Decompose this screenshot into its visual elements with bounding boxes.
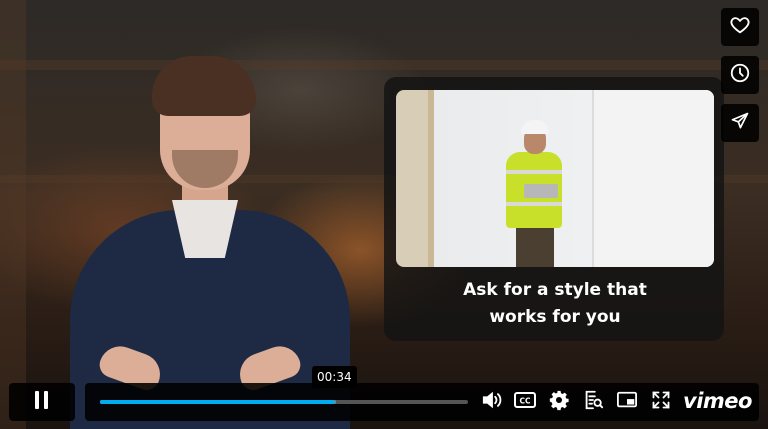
picture-in-picture-button[interactable] bbox=[615, 390, 639, 414]
pause-button[interactable] bbox=[9, 383, 75, 421]
worker-hard-hat bbox=[521, 120, 549, 134]
control-bar: CC vimeo bbox=[85, 383, 759, 421]
background-pillar bbox=[0, 0, 26, 429]
progress-played bbox=[100, 400, 335, 404]
vimeo-logo[interactable]: vimeo bbox=[683, 388, 752, 414]
presenter-hair bbox=[152, 56, 256, 116]
thumbnail-door-frame bbox=[428, 90, 434, 267]
vest-stripe bbox=[506, 170, 562, 174]
worker-tablet bbox=[524, 184, 558, 198]
heart-icon bbox=[729, 14, 751, 40]
cc-icon: CC bbox=[514, 391, 536, 413]
settings-icon bbox=[548, 389, 570, 415]
pause-icon bbox=[33, 390, 51, 414]
fullscreen-icon bbox=[651, 390, 671, 414]
card-caption-line1: Ask for a style that bbox=[463, 280, 647, 300]
card-thumbnail bbox=[396, 90, 714, 267]
clock-icon bbox=[729, 62, 751, 88]
volume-button[interactable] bbox=[480, 390, 504, 414]
transcript-button[interactable] bbox=[581, 390, 605, 414]
share-button[interactable] bbox=[721, 104, 759, 142]
svg-text:CC: CC bbox=[519, 397, 531, 406]
info-card[interactable]: Ask for a style that works for you bbox=[384, 77, 724, 341]
card-caption: Ask for a style that works for you bbox=[396, 277, 714, 331]
volume-icon bbox=[481, 390, 503, 414]
captions-button[interactable]: CC bbox=[513, 390, 537, 414]
like-button[interactable] bbox=[721, 8, 759, 46]
transcript-icon bbox=[582, 389, 604, 415]
pip-icon bbox=[616, 390, 638, 414]
settings-button[interactable] bbox=[547, 390, 571, 414]
thumbnail-wall-panel bbox=[592, 90, 714, 267]
send-icon bbox=[730, 111, 750, 135]
progress-bar[interactable] bbox=[100, 400, 468, 404]
card-caption-line2: works for you bbox=[489, 307, 621, 327]
watch-later-button[interactable] bbox=[721, 56, 759, 94]
fullscreen-button[interactable] bbox=[649, 390, 673, 414]
worker-legs bbox=[516, 228, 554, 267]
vest-stripe bbox=[506, 202, 562, 206]
